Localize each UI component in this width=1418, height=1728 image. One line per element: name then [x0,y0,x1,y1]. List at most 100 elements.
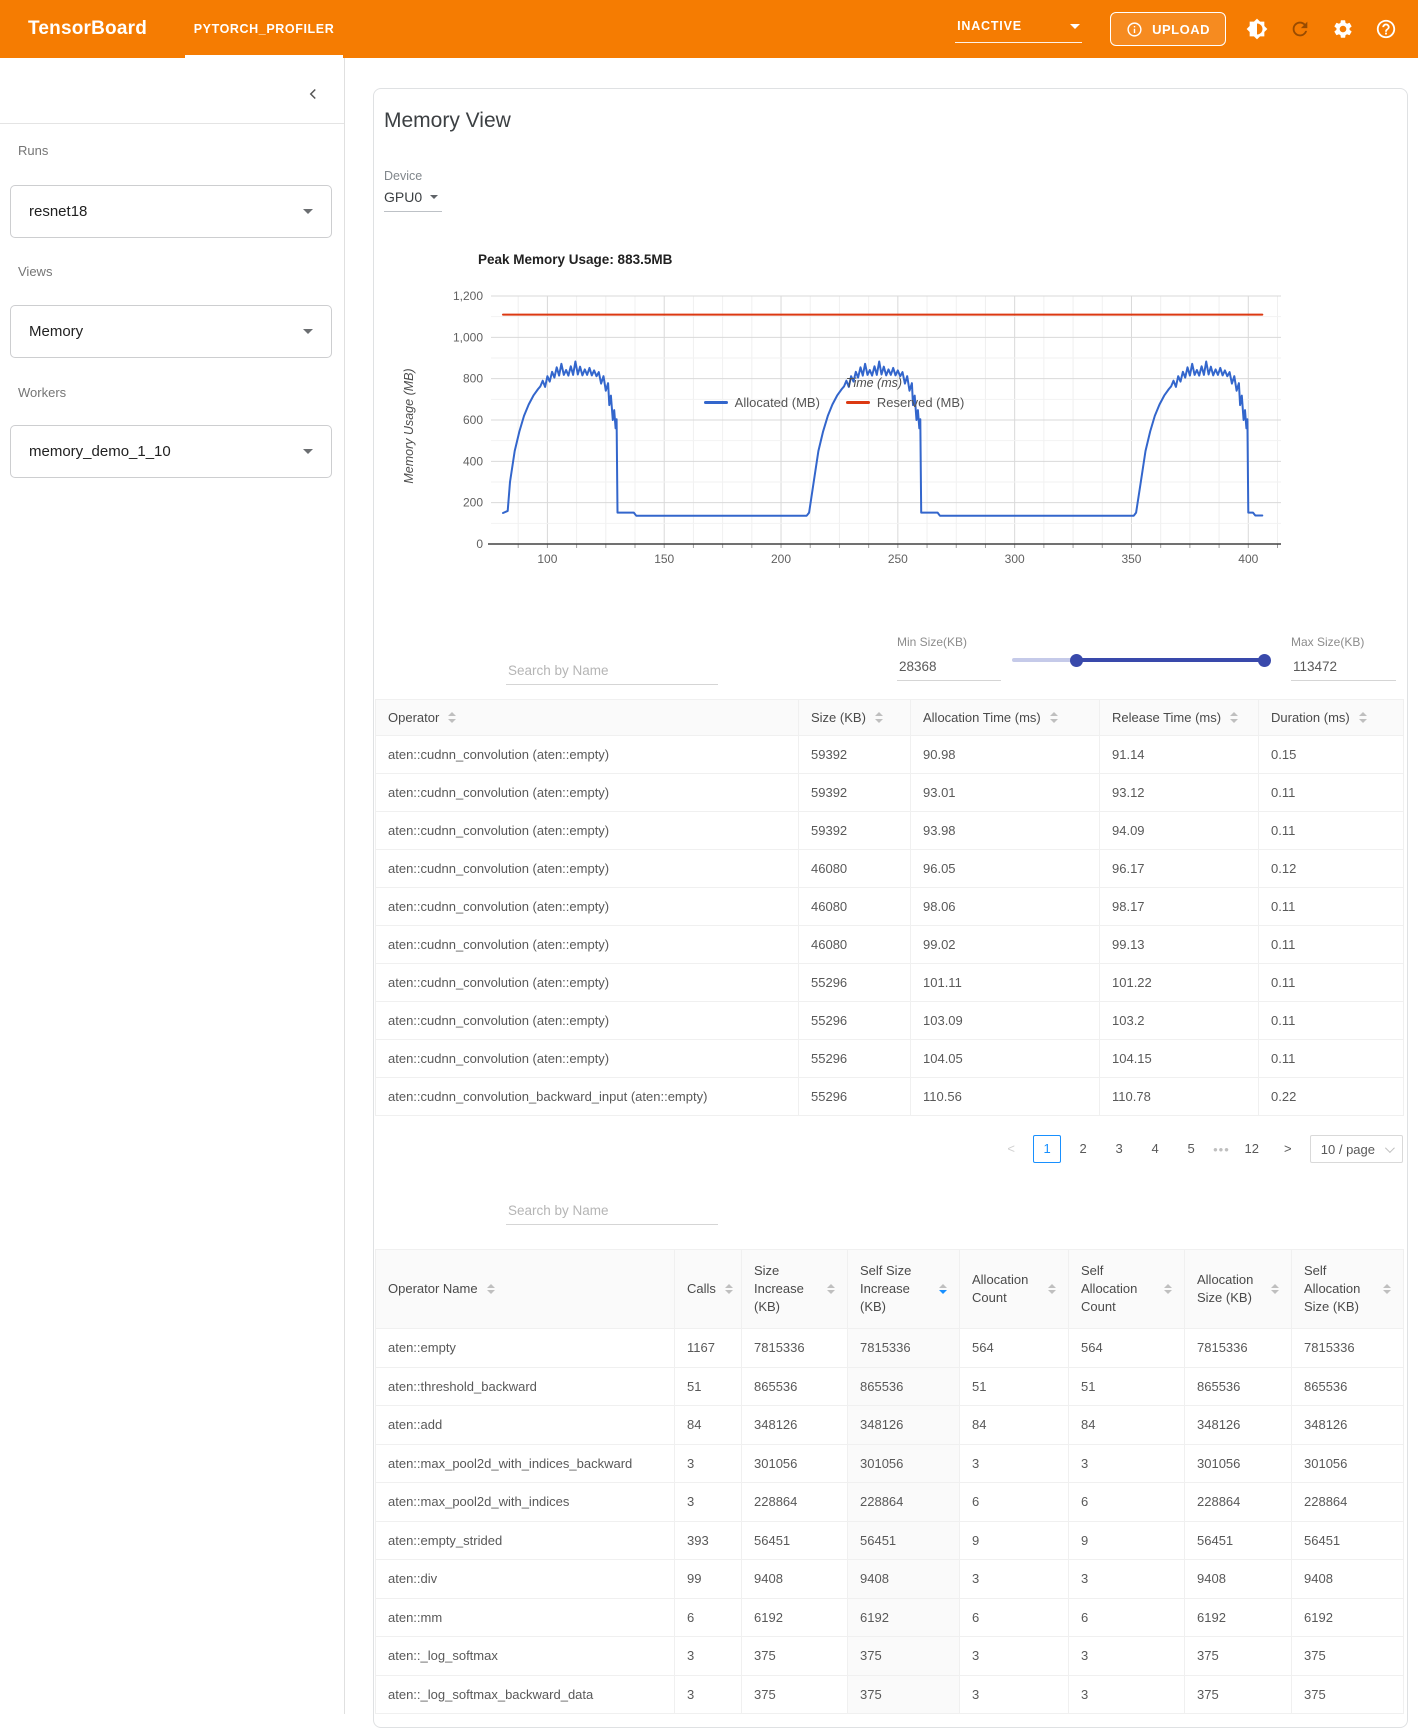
column-header-sort[interactable]: Allocation Size (KB) [1185,1250,1292,1329]
refresh-button[interactable] [1288,17,1312,41]
pagination-page-button[interactable]: 3 [1105,1135,1133,1163]
table-cell: 3 [675,1675,742,1714]
legend-item: Reserved (MB) [846,395,964,410]
table-cell: 101.11 [911,964,1100,1002]
column-header-sort[interactable]: Size (KB) [799,700,911,736]
chevron-left-icon [304,85,322,103]
column-header-sort[interactable]: Allocation Count [960,1250,1069,1329]
info-icon [1126,21,1143,38]
pagination-prev-button[interactable]: < [997,1135,1025,1163]
table-cell: 564 [960,1329,1069,1368]
table-row: aten::cudnn_convolution (aten::empty)593… [376,736,1404,774]
table-cell: aten::max_pool2d_with_indices [376,1483,675,1522]
brightness-icon [1246,18,1268,40]
x-tick-label: 400 [1238,552,1258,566]
column-header-sort[interactable]: Duration (ms) [1259,700,1404,736]
table-cell: 55296 [799,1002,911,1040]
chart-x-axis-label: Time (ms) [674,376,1074,390]
brightness-toggle-button[interactable] [1245,17,1269,41]
column-header-sort[interactable]: Operator [376,700,799,736]
column-header-sort[interactable]: Size Increase (KB) [742,1250,848,1329]
column-header-sort[interactable]: Operator Name [376,1250,675,1329]
sort-icon [1230,712,1238,723]
status-dropdown[interactable]: INACTIVE [955,15,1082,43]
pagination-page-button[interactable]: 5 [1177,1135,1205,1163]
chart-title: Peak Memory Usage: 883.5MB [478,252,672,267]
workers-value: memory_demo_1_10 [29,443,171,460]
table-cell: 865536 [1185,1367,1292,1406]
table-cell: 6 [675,1598,742,1637]
column-header-sort[interactable]: Self Size Increase (KB) [848,1250,960,1329]
settings-button[interactable] [1331,17,1355,41]
table-cell: 9408 [1292,1560,1404,1599]
gear-icon [1332,18,1354,40]
pagination-page-button[interactable]: 1 [1033,1135,1061,1163]
column-header-label: Release Time (ms) [1112,709,1221,727]
main-content: Memory View Device GPU0 Peak Memory Usag… [346,58,1418,1714]
table-cell: 55296 [799,1078,911,1116]
table-cell: 55296 [799,1040,911,1078]
legend-label: Allocated (MB) [735,395,820,410]
slider-handle-min[interactable] [1070,654,1083,667]
pagination-page-button[interactable]: 2 [1069,1135,1097,1163]
pagination-page-button[interactable]: 12 [1238,1135,1266,1163]
size-range-slider[interactable] [1012,641,1271,681]
pagination-next-button[interactable]: > [1274,1135,1302,1163]
page-size-select[interactable]: 10 / page [1310,1135,1403,1163]
table-cell: 6 [1069,1483,1185,1522]
slider-handle-max[interactable] [1258,654,1271,667]
tab-pytorch-profiler[interactable]: PYTORCH_PROFILER [185,0,343,58]
table-cell: 375 [742,1675,848,1714]
upload-button[interactable]: UPLOAD [1110,12,1226,46]
table-row: aten::cudnn_convolution (aten::empty)552… [376,1002,1404,1040]
table-cell: 6192 [1185,1598,1292,1637]
table-cell: 865536 [742,1367,848,1406]
chevron-down-icon [303,329,313,334]
pagination-ellipsis[interactable]: ••• [1213,1142,1230,1157]
chart-legend: Allocated (MB) Reserved (MB) [634,395,1034,410]
table-cell: 0.11 [1259,1040,1404,1078]
column-header-sort[interactable]: Self Allocation Size (KB) [1292,1250,1404,1329]
memory-usage-chart: 02004006008001,0001,20010015020025030035… [421,286,1301,571]
table-cell: 46080 [799,850,911,888]
views-select[interactable]: Memory [10,305,332,358]
table-row: aten::_log_softmax_backward_data33753753… [376,1675,1404,1714]
column-header-label: Self Allocation Count [1081,1262,1155,1316]
memory-events-table: OperatorSize (KB)Allocation Time (ms) Rel… [375,699,1404,1116]
table-cell: 7815336 [1292,1329,1404,1368]
x-tick-label: 350 [1121,552,1141,566]
search-input-operators[interactable] [506,1199,718,1225]
help-button[interactable] [1374,17,1398,41]
upload-label: UPLOAD [1152,22,1210,37]
runs-select[interactable]: resnet18 [10,185,332,238]
table-cell: 46080 [799,926,911,964]
sidebar-collapse-button[interactable] [300,82,326,108]
table-cell: 865536 [1292,1367,1404,1406]
column-header-sort[interactable]: Allocation Time (ms) [911,700,1100,736]
table-cell: 3 [1069,1675,1185,1714]
views-value: Memory [29,323,83,340]
table-cell: 3 [675,1637,742,1676]
table-cell: 9 [1069,1521,1185,1560]
table-row: aten::cudnn_convolution (aten::empty)593… [376,774,1404,812]
column-header-sort[interactable]: Self Allocation Count [1069,1250,1185,1329]
min-size-input[interactable] [897,655,1001,681]
sort-icon [939,1284,947,1295]
max-size-input[interactable] [1291,655,1396,681]
chevron-down-icon [303,209,313,214]
table-cell: 99 [675,1560,742,1599]
y-tick-label: 1,000 [453,330,483,344]
search-input[interactable] [506,659,718,685]
column-header-sort[interactable]: Release Time (ms) [1100,700,1259,736]
table-cell: aten::_log_softmax_backward_data [376,1675,675,1714]
pagination-page-button[interactable]: 4 [1141,1135,1169,1163]
table-cell: 104.05 [911,1040,1100,1078]
table-cell: aten::cudnn_convolution (aten::empty) [376,774,799,812]
column-header-sort[interactable]: Calls [675,1250,742,1329]
device-select[interactable]: GPU0 [384,189,442,212]
table-cell: 301056 [742,1444,848,1483]
table-cell: 9408 [848,1560,960,1599]
table-cell: 9408 [1185,1560,1292,1599]
legend-label: Reserved (MB) [877,395,964,410]
workers-select[interactable]: memory_demo_1_10 [10,425,332,478]
